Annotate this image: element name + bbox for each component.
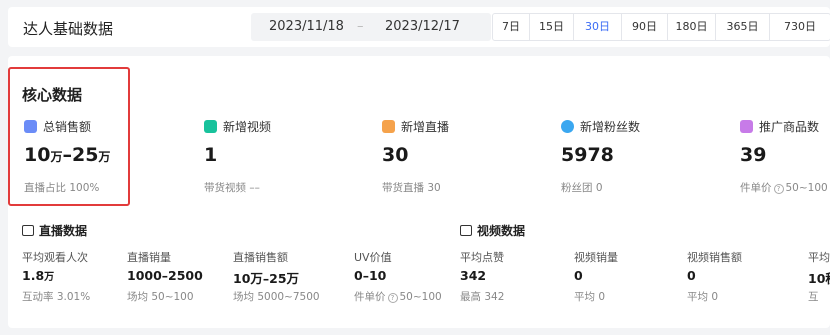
range-option-7d[interactable]: 7日 — [493, 14, 530, 40]
metric-label: 新增直播 — [401, 119, 450, 134]
metric-label: 新增粉丝数 — [580, 119, 641, 134]
range-option-30d[interactable]: 30日 — [574, 14, 622, 40]
money-bag-icon — [24, 119, 37, 133]
live-camera-icon — [22, 225, 34, 236]
stat-avg-likes: 平均点赞 342 最高 342 — [460, 251, 505, 303]
metric-new-videos: 新增视频 1 带货视频 –– — [204, 118, 272, 194]
stat-live-sales-volume: 直播销量 1000–2500 场均 50~100 — [127, 251, 203, 303]
metric-value: 10万–25万 — [24, 144, 111, 166]
range-option-90d[interactable]: 90日 — [622, 14, 668, 40]
metric-sub: 件单价? 50~100 — [740, 182, 828, 194]
stat-video-sales-amount: 视频销售额 0 平均 0 — [687, 251, 742, 303]
goods-icon — [740, 119, 753, 133]
stat-video-sales-volume: 视频销量 0 平均 0 — [574, 251, 618, 303]
range-option-180d[interactable]: 180日 — [668, 14, 716, 40]
metric-value: 1 — [204, 144, 218, 166]
metric-label: 新增视频 — [223, 119, 272, 134]
date-range-picker[interactable]: 2023/11/18 – 2023/12/17 — [251, 13, 491, 41]
video-data-title: 视频数据 — [460, 222, 525, 239]
metric-value: 5978 — [561, 144, 614, 166]
metric-label: 总销售额 — [43, 119, 92, 134]
metric-value: 30 — [382, 144, 409, 166]
video-icon — [204, 119, 217, 133]
core-data-title: 核心数据 — [22, 86, 83, 104]
help-icon[interactable]: ? — [387, 293, 398, 303]
date-separator: – — [357, 19, 364, 34]
date-start[interactable]: 2023/11/18 — [269, 19, 344, 34]
metric-label: 推广商品数 — [759, 119, 820, 134]
metric-new-live: 新增直播 30 带货直播 30 — [382, 118, 450, 194]
help-icon[interactable]: ? — [773, 184, 784, 194]
data-panel: 核心数据 总销售额 10万–25万 直播占比 100% 新增视频 1 带货视频 … — [8, 56, 830, 328]
metric-promoted-goods: 推广商品数 39 件单价? 50~100 — [740, 118, 828, 194]
range-option-365d[interactable]: 365日 — [716, 14, 770, 40]
stat-avg-duration: 平均 10秒 互 — [808, 251, 830, 303]
live-data-title: 直播数据 — [22, 222, 87, 239]
range-selector: 7日 15日 30日 90日 180日 365日 730日 — [492, 13, 830, 41]
metric-total-sales: 总销售额 10万–25万 直播占比 100% — [24, 118, 110, 194]
calendar-icon — [460, 225, 472, 236]
page-title: 达人基础数据 — [23, 20, 114, 38]
live-icon — [382, 119, 395, 133]
fans-icon — [561, 119, 574, 133]
stat-uv-value: UV价值 0–10 件单价? 50~100 — [354, 251, 442, 303]
metric-value: 39 — [740, 144, 767, 166]
range-option-15d[interactable]: 15日 — [530, 14, 574, 40]
header-bar: 达人基础数据 2023/11/18 – 2023/12/17 7日 15日 30… — [8, 7, 830, 47]
metric-new-fans: 新增粉丝数 5978 粉丝团 0 — [561, 118, 641, 194]
metric-sub: 带货直播 30 — [382, 182, 441, 194]
stat-live-sales-amount: 直播销售额 10万–25万 场均 5000~7500 — [233, 251, 320, 303]
date-end[interactable]: 2023/12/17 — [385, 19, 460, 34]
stat-avg-viewers: 平均观看人次 1.8万 互动率 3.01% — [22, 251, 91, 303]
metric-sub: 粉丝团 0 — [561, 182, 603, 194]
range-option-730d[interactable]: 730日 — [770, 14, 830, 40]
metric-sub: 直播占比 100% — [24, 182, 100, 194]
metric-sub: 带货视频 –– — [204, 182, 260, 194]
